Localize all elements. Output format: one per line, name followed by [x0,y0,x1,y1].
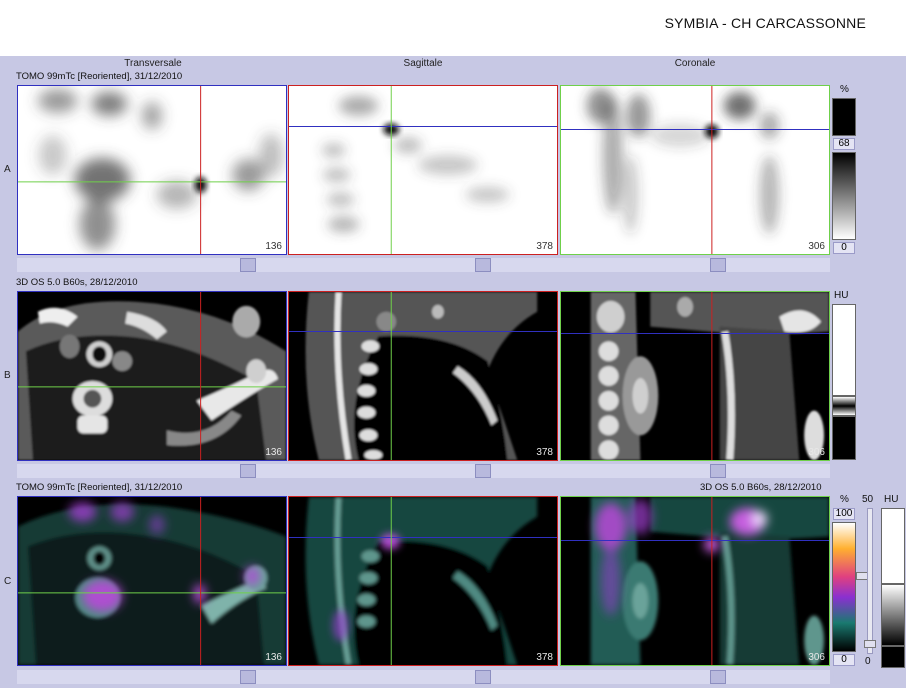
pet-transverse-view[interactable]: 136 [17,85,287,255]
ct-sagittal-image [289,292,557,460]
row-c-series-label-right: 3D OS 5.0 B60s, 28/12/2010 [700,482,822,493]
fusion-ct-colorbar-black [881,646,905,668]
pet-colorbar-panel: % 68 0 [830,84,860,256]
row-a-series-label: TOMO 99mTc [Reoriented], 31/12/2010 [16,71,183,82]
fusion-coronal-view[interactable]: 306 [560,496,830,666]
pet-sagittal-view[interactable]: 378 [288,85,558,255]
viewer-workspace: Transversale Sagittale Coronale TOMO 99m… [0,56,906,688]
ct-transverse-scroll-thumb[interactable] [240,464,256,478]
pet-coronal-image [561,86,829,254]
pet-colorbar-gradient [832,152,856,240]
fusion-pet-colorbar-upper-value[interactable]: 100 [833,508,855,520]
ct-colorbar-panel: HU [830,290,860,462]
fusion-ct-colorbar-white [881,508,905,584]
fusion-transverse-image [18,497,286,665]
pet-coronal-view[interactable]: 306 [560,85,830,255]
fusion-blend-slider-panel: 50 0 [860,494,880,668]
row-a-label: A [4,164,11,175]
fusion-blend-lower-label: 0 [865,656,871,667]
pet-colorbar-lower-value[interactable]: 0 [833,242,855,254]
ct-transverse-image [18,292,286,460]
fusion-pet-colorbar-lower-value[interactable]: 0 [833,654,855,666]
ct-coronal-view[interactable]: 306 [560,291,830,461]
ct-sagittal-slice-number: 378 [536,447,553,458]
fusion-blend-slider-thumb[interactable] [864,640,876,648]
ct-transverse-view[interactable]: 136 [17,291,287,461]
fusion-coronal-slice-number: 306 [808,652,825,663]
pet-coronal-slice-number: 306 [808,241,825,252]
ct-colorbar-black [832,416,856,460]
pet-colorbar-unit: % [840,84,849,95]
pet-colorbar-top [832,98,856,136]
pet-transverse-scroll-thumb[interactable] [240,258,256,272]
column-title-transverse: Transversale [124,58,182,69]
ct-sagittal-scroll-thumb[interactable] [475,464,491,478]
pet-sagittal-image [289,86,557,254]
fusion-transverse-view[interactable]: 136 [17,496,287,666]
ct-coronal-slice-number: 306 [808,447,825,458]
row-c-label: C [4,576,12,587]
fusion-sagittal-scroll-thumb[interactable] [475,670,491,684]
row-b-label: B [4,370,11,381]
pet-sagittal-slice-number: 378 [536,241,553,252]
fusion-ct-colorbar-panel: HU [880,494,906,668]
fusion-ct-colorbar-window[interactable] [881,584,905,646]
column-title-sagittal: Sagittale [403,58,443,69]
fusion-ct-colorbar-unit: HU [884,494,899,505]
fusion-transverse-scroll-thumb[interactable] [240,670,256,684]
ct-colorbar-unit: HU [834,290,849,301]
row-a-scroll-strip [17,258,830,272]
fusion-sagittal-view[interactable]: 378 [288,496,558,666]
header-bar: SYMBIA - CH CARCASSONNE [0,0,906,56]
ct-colorbar-white [832,304,856,396]
fusion-coronal-scroll-thumb[interactable] [710,670,726,684]
fusion-pet-colorbar-unit: % [840,494,849,505]
site-title: SYMBIA - CH CARCASSONNE [664,15,866,31]
fusion-blend-upper-label: 50 [862,494,874,505]
row-c-scroll-strip [17,670,830,684]
ct-coronal-image [561,292,829,460]
ct-colorbar-window[interactable] [832,396,856,416]
fusion-transverse-slice-number: 136 [265,652,282,663]
fusion-pet-colorbar-panel: % 100 0 [830,494,868,668]
ct-sagittal-view[interactable]: 378 [288,291,558,461]
fusion-sagittal-image [289,497,557,665]
fusion-sagittal-slice-number: 378 [536,652,553,663]
fusion-blend-slider-track[interactable] [867,508,873,654]
column-title-coronal: Coronale [674,58,716,69]
ct-transverse-slice-number: 136 [265,447,282,458]
row-b-scroll-strip [17,464,830,478]
pet-colorbar-upper-value[interactable]: 68 [833,138,855,150]
fusion-coronal-image [561,497,829,665]
row-c-series-label-left: TOMO 99mTc [Reoriented], 31/12/2010 [16,482,183,493]
pet-transverse-image [18,86,286,254]
pet-transverse-slice-number: 136 [265,241,282,252]
pet-coronal-scroll-thumb[interactable] [710,258,726,272]
ct-coronal-scroll-thumb[interactable] [710,464,726,478]
row-b-series-label: 3D OS 5.0 B60s, 28/12/2010 [16,277,138,288]
pet-sagittal-scroll-thumb[interactable] [475,258,491,272]
fusion-pet-colorbar-gradient [832,522,856,652]
